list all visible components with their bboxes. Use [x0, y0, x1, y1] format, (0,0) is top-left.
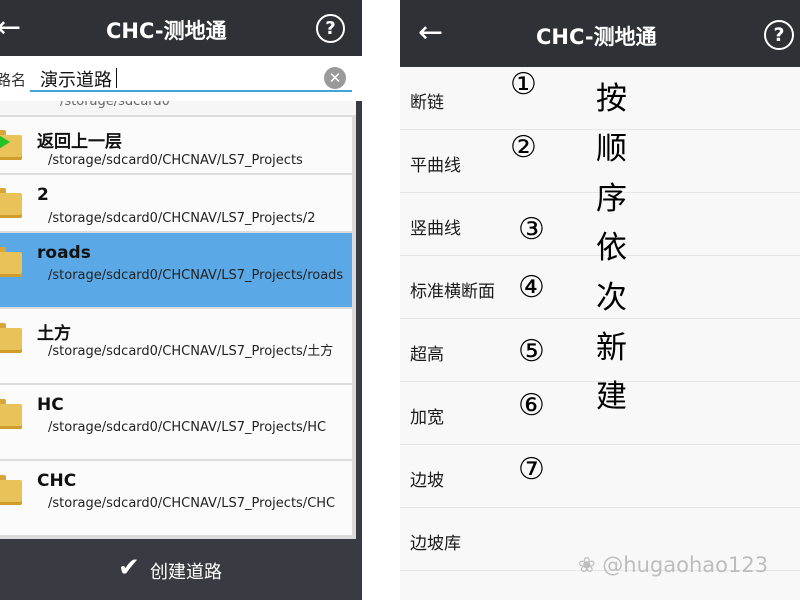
folder-list[interactable]: /storage/sdcard0 返回上一层 /storage/sdcard0/…: [0, 101, 356, 539]
list-item-chc[interactable]: CHC /storage/sdcard0/CHCNAV/LS7_Projects…: [0, 461, 352, 535]
item-path: /storage/sdcard0/CHCNAV/LS7_Projects/CHC: [48, 496, 336, 511]
help-icon[interactable]: ?: [764, 20, 794, 50]
watermark: ❀ @hugaohao123: [578, 553, 769, 577]
folder-icon: [0, 247, 22, 277]
item-path: /storage/sdcard0/CHCNAV/LS7_Projects/土方: [48, 344, 334, 359]
app-title: CHC-测地通: [106, 19, 227, 43]
folder-icon: [0, 475, 22, 505]
annotation-number-3: ③: [518, 212, 545, 247]
item-name: roads: [37, 243, 91, 263]
check-icon: ✔: [118, 553, 140, 583]
annotation-number-5: ⑤: [518, 334, 545, 369]
road-name-value: 演示道路: [40, 70, 112, 91]
text-caret: [116, 68, 117, 88]
item-name: HC: [37, 395, 64, 415]
menu-label: 超高: [410, 345, 444, 365]
item-name: 土方: [37, 324, 71, 344]
back-arrow-icon[interactable]: ←: [418, 18, 443, 48]
create-road-button[interactable]: ✔ 创建道路: [0, 540, 362, 600]
annotation-number-6: ⑥: [518, 388, 545, 423]
list-item-2[interactable]: 2 /storage/sdcard0/CHCNAV/LS7_Projects/2: [0, 175, 352, 231]
item-path: /storage/sdcard0/CHCNAV/LS7_Projects/roa…: [48, 268, 344, 283]
road-name-input[interactable]: 演示道路 ✕: [30, 64, 352, 92]
annotation-char: 新: [596, 330, 627, 366]
annotation-number-2: ②: [510, 130, 537, 165]
road-name-label: 路名: [0, 71, 27, 89]
left-screenshot: ← CHC-测地通 ? 路名 演示道路 ✕ /storage/sdcard0 返…: [0, 0, 362, 600]
menu-label: 竖曲线: [410, 219, 461, 239]
menu-label: 断链: [410, 93, 444, 113]
annotation-char: 建: [596, 379, 627, 415]
list-item-hc[interactable]: HC /storage/sdcard0/CHCNAV/LS7_Projects/…: [0, 385, 352, 459]
app-title: CHC-测地通: [536, 25, 657, 49]
partial-row-path: /storage/sdcard0: [60, 101, 170, 109]
folder-icon: [0, 323, 22, 353]
help-icon[interactable]: ?: [316, 14, 345, 43]
item-path: /storage/sdcard0/CHCNAV/LS7_Projects: [48, 153, 303, 168]
right-app-bar: ← CHC-测地通 ?: [400, 0, 800, 67]
list-item-roads[interactable]: roads /storage/sdcard0/CHCNAV/LS7_Projec…: [0, 233, 352, 307]
item-name: CHC: [37, 471, 77, 491]
annotation-char: 顺: [596, 131, 627, 167]
partial-list-row: /storage/sdcard0: [0, 101, 356, 115]
annotation-number-4: ④: [518, 270, 545, 305]
back-up-icon: [0, 130, 22, 160]
road-name-row: 路名 演示道路 ✕: [0, 56, 362, 101]
menu-item-slope[interactable]: 边坡: [400, 445, 800, 508]
list-item-tufang[interactable]: 土方 /storage/sdcard0/CHCNAV/LS7_Projects/…: [0, 309, 352, 383]
annotation-char: 按: [596, 81, 627, 117]
menu-label: 平曲线: [410, 156, 461, 176]
item-name: 返回上一层: [37, 132, 122, 152]
item-path: /storage/sdcard0/CHCNAV/LS7_Projects/2: [48, 211, 316, 226]
folder-icon: [0, 399, 22, 429]
annotation-number-7: ⑦: [518, 452, 545, 487]
annotation-char: 依: [596, 230, 627, 266]
menu-label: 边坡库: [410, 534, 461, 554]
menu-label: 加宽: [410, 408, 444, 428]
menu-label: 边坡: [410, 471, 444, 491]
right-screenshot: ← CHC-测地通 ? 断链 平曲线 竖曲线 标准横断面 超高 加宽 边坡 边坡…: [400, 0, 800, 600]
watermark-text: @hugaohao123: [602, 553, 769, 577]
list-item-back[interactable]: 返回上一层 /storage/sdcard0/CHCNAV/LS7_Projec…: [0, 117, 352, 173]
clear-icon[interactable]: ✕: [324, 67, 346, 89]
item-path: /storage/sdcard0/CHCNAV/LS7_Projects/HC: [48, 420, 327, 435]
item-name: 2: [37, 185, 49, 205]
folder-icon: [0, 188, 22, 218]
annotation-char: 序: [596, 181, 627, 217]
back-arrow-icon[interactable]: ←: [0, 13, 21, 43]
create-road-label: 创建道路: [150, 562, 222, 583]
annotation-char: 次: [596, 280, 627, 316]
annotation-number-1: ①: [510, 67, 537, 102]
left-app-bar: ← CHC-测地通 ?: [0, 0, 362, 56]
menu-label: 标准横断面: [410, 282, 495, 302]
